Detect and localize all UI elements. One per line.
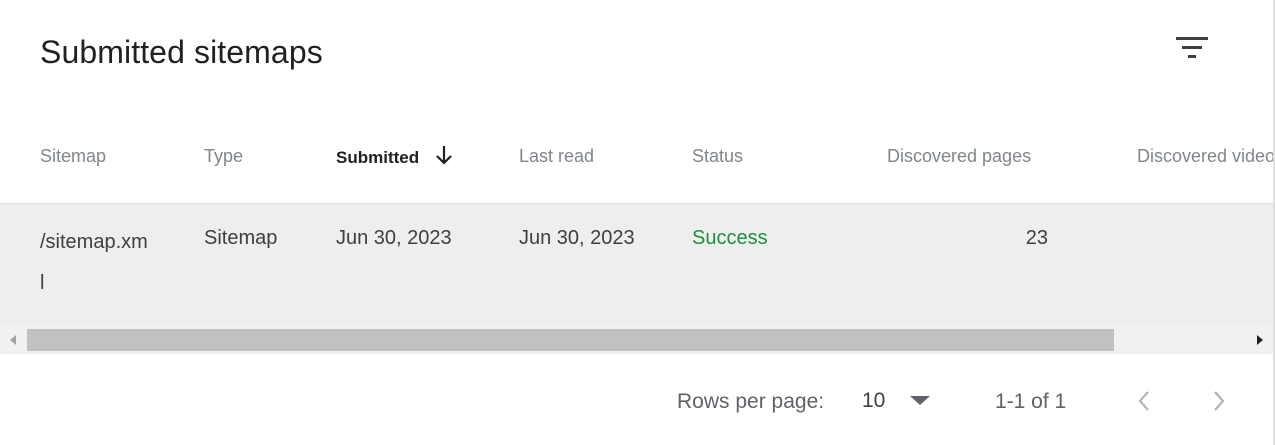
column-header-submitted[interactable]: Submitted — [336, 144, 454, 168]
cell-submitted: Jun 30, 2023 — [336, 227, 452, 249]
scroll-left-arrow-icon[interactable] — [6, 333, 20, 347]
next-page-button[interactable] — [1201, 383, 1237, 419]
scrollbar-thumb[interactable] — [27, 329, 1114, 351]
arrow-down-icon — [436, 146, 452, 165]
column-header-last-read[interactable]: Last read — [519, 146, 594, 167]
pagination-range: 1-1 of 1 — [995, 390, 1067, 413]
scroll-right-arrow-icon[interactable] — [1253, 333, 1267, 347]
column-header-type[interactable]: Type — [204, 146, 243, 167]
rows-per-page-label: Rows per page: — [677, 390, 825, 413]
previous-page-button[interactable] — [1126, 383, 1162, 419]
cell-sitemap: /sitemap.xml — [40, 231, 148, 294]
table-row[interactable]: /sitemap.xml Sitemap Jun 30, 2023 Jun 30… — [0, 204, 1273, 326]
horizontal-scrollbar[interactable] — [0, 326, 1273, 354]
chevron-right-icon — [1214, 391, 1225, 411]
filter-icon — [1176, 37, 1208, 58]
column-header-sitemap[interactable]: Sitemap — [40, 146, 106, 167]
dropdown-arrow-icon — [910, 396, 931, 405]
filter-button[interactable] — [1170, 28, 1214, 68]
column-header-status[interactable]: Status — [692, 146, 743, 167]
pagination-footer: Rows per page: 10 1-1 of 1 — [0, 355, 1273, 445]
card-title: Submitted sitemaps — [40, 34, 323, 70]
rows-per-page-select[interactable]: 10 — [855, 383, 945, 419]
chevron-left-icon — [1138, 391, 1149, 411]
cell-status: Success — [692, 227, 768, 249]
submitted-sitemaps-card: Submitted sitemaps Sitemap Type Submitte… — [0, 0, 1275, 445]
sitemaps-table: Sitemap Type Submitted Last read Status … — [0, 108, 1273, 354]
table-header-row: Sitemap Type Submitted Last read Status … — [0, 108, 1273, 203]
cell-type: Sitemap — [204, 227, 278, 249]
column-header-discovered-pages[interactable]: Discovered pages — [887, 146, 1031, 167]
cell-last-read: Jun 30, 2023 — [519, 227, 635, 249]
rows-per-page-value: 10 — [862, 389, 886, 412]
cell-discovered-pages: 23 — [1025, 227, 1048, 249]
column-header-discovered-videos[interactable]: Discovered videos — [1137, 146, 1273, 167]
column-header-submitted-label: Submitted — [336, 148, 420, 167]
